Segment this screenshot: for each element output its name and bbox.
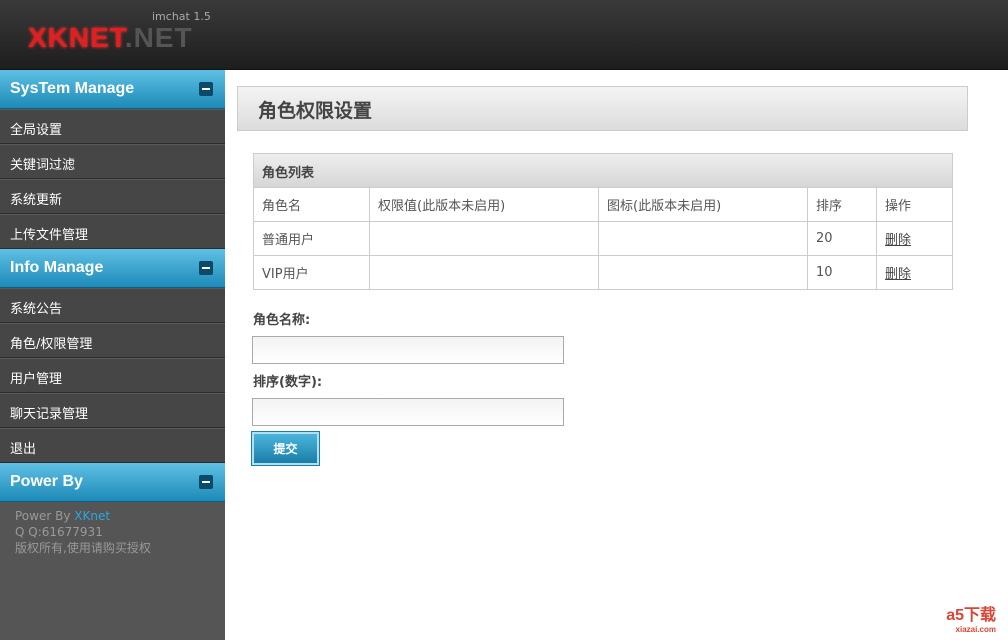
order-label: 排序(数字): — [253, 375, 323, 390]
table-row: 普通用户 20 删除 — [253, 221, 953, 256]
logo[interactable]: XKNET.NET — [28, 22, 193, 54]
collapse-icon[interactable] — [199, 475, 213, 489]
sidebar-item-logout[interactable]: 退出 — [0, 428, 225, 463]
table-row: VIP用户 10 删除 — [253, 255, 953, 290]
delete-link[interactable]: 删除 — [885, 233, 911, 248]
sidebar-item-upload-files[interactable]: 上传文件管理 — [0, 214, 225, 249]
sidebar-item-announcements[interactable]: 系统公告 — [0, 288, 225, 323]
role-actions: 删除 — [876, 255, 953, 290]
column-header: 排序 — [807, 187, 877, 222]
role-icon — [598, 221, 808, 256]
column-header: 操作 — [876, 187, 953, 222]
sidebar: SysTem Manage 全局设置 关键词过滤 系统更新 上传文件管理 Inf… — [0, 70, 225, 640]
power-info: Power By XKnet Q Q:61677931 版权所有,使用请购买授权 — [0, 502, 225, 562]
page-title: 角色权限设置 — [237, 86, 968, 131]
sidebar-item-global-settings[interactable]: 全局设置 — [0, 109, 225, 144]
section-info-manage[interactable]: Info Manage — [0, 249, 225, 288]
table-caption: 角色列表 — [253, 153, 953, 187]
role-table: 角色列表 角色名 权限值(此版本未启用) 图标(此版本未启用) 排序 操作 普通… — [253, 153, 953, 290]
collapse-icon[interactable] — [199, 261, 213, 275]
column-header: 图标(此版本未启用) — [598, 187, 808, 222]
sidebar-item-users[interactable]: 用户管理 — [0, 358, 225, 393]
submit-button[interactable]: 提交 — [251, 431, 320, 466]
role-perm — [369, 221, 599, 256]
xknet-link[interactable]: XKnet — [74, 509, 110, 523]
column-header: 权限值(此版本未启用) — [369, 187, 599, 222]
role-name: 普通用户 — [253, 221, 370, 256]
role-icon — [598, 255, 808, 290]
section-system-manage[interactable]: SysTem Manage — [0, 70, 225, 109]
role-actions: 删除 — [876, 221, 953, 256]
role-order: 20 — [807, 221, 877, 256]
role-order: 10 — [807, 255, 877, 290]
column-header: 角色名 — [253, 187, 370, 222]
table-header-row: 角色名 权限值(此版本未启用) 图标(此版本未启用) 排序 操作 — [253, 187, 953, 222]
role-name-input[interactable] — [252, 336, 564, 364]
collapse-icon[interactable] — [199, 82, 213, 96]
copyright-text: 版权所有,使用请购买授权 — [15, 541, 151, 555]
role-name-label: 角色名称: — [253, 313, 311, 328]
watermark-logo: a5下载 xiazai.com — [946, 607, 996, 634]
version-label: imchat 1.5 — [152, 10, 211, 23]
delete-link[interactable]: 删除 — [885, 267, 911, 282]
role-name: VIP用户 — [253, 255, 370, 290]
sidebar-item-roles[interactable]: 角色/权限管理 — [0, 323, 225, 358]
sidebar-item-chat-logs[interactable]: 聊天记录管理 — [0, 393, 225, 428]
role-perm — [369, 255, 599, 290]
sidebar-item-system-update[interactable]: 系统更新 — [0, 179, 225, 214]
order-input[interactable] — [252, 398, 564, 426]
section-power-by[interactable]: Power By — [0, 463, 225, 502]
header: XKNET.NET imchat 1.5 — [0, 0, 1008, 70]
sidebar-item-keyword-filter[interactable]: 关键词过滤 — [0, 144, 225, 179]
qq-text: Q Q:61677931 — [15, 525, 103, 539]
